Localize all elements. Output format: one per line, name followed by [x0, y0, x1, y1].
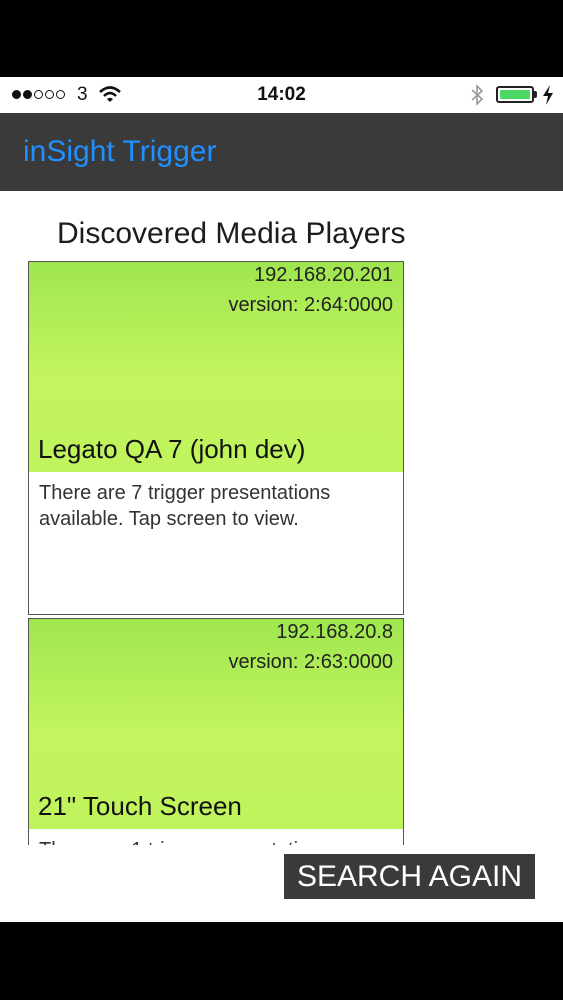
player-ip-address: 192.168.20.8	[276, 621, 393, 643]
search-again-button[interactable]: SEARCH AGAIN	[284, 854, 535, 899]
battery-tip	[534, 91, 537, 98]
player-description: There are 7 trigger presentations availa…	[39, 482, 331, 530]
media-player-card[interactable]: 192.168.20.201 version: 2:64:0000 Legato…	[28, 261, 404, 615]
player-version: version: 2:64:0000	[228, 294, 393, 316]
media-player-card-header: 192.168.20.8 version: 2:63:0000 21" Touc…	[29, 619, 403, 829]
battery-icon	[496, 86, 534, 103]
player-name: Legato QA 7 (john dev)	[38, 434, 306, 464]
player-version: version: 2:63:0000	[228, 651, 393, 673]
media-player-card[interactable]: 192.168.20.8 version: 2:63:0000 21" Touc…	[28, 618, 404, 845]
battery-level	[500, 90, 530, 99]
page-title: Discovered Media Players	[57, 217, 406, 250]
app-bar: inSight Trigger	[0, 113, 563, 191]
player-name: 21" Touch Screen	[38, 791, 242, 821]
status-bar: 3 14:02	[0, 77, 563, 113]
charging-bolt-icon	[543, 85, 553, 105]
player-ip-address: 192.168.20.201	[253, 264, 393, 286]
player-description: There are 1 trigger presentations availa…	[29, 829, 403, 845]
media-player-card-header: 192.168.20.201 version: 2:64:0000 Legato…	[29, 262, 403, 472]
app-screen: 3 14:02 inSight Trigger Discovered Media…	[0, 77, 563, 922]
media-player-list[interactable]: 192.168.20.201 version: 2:64:0000 Legato…	[28, 261, 404, 845]
app-title: inSight Trigger	[23, 135, 217, 168]
bluetooth-icon	[471, 84, 484, 106]
